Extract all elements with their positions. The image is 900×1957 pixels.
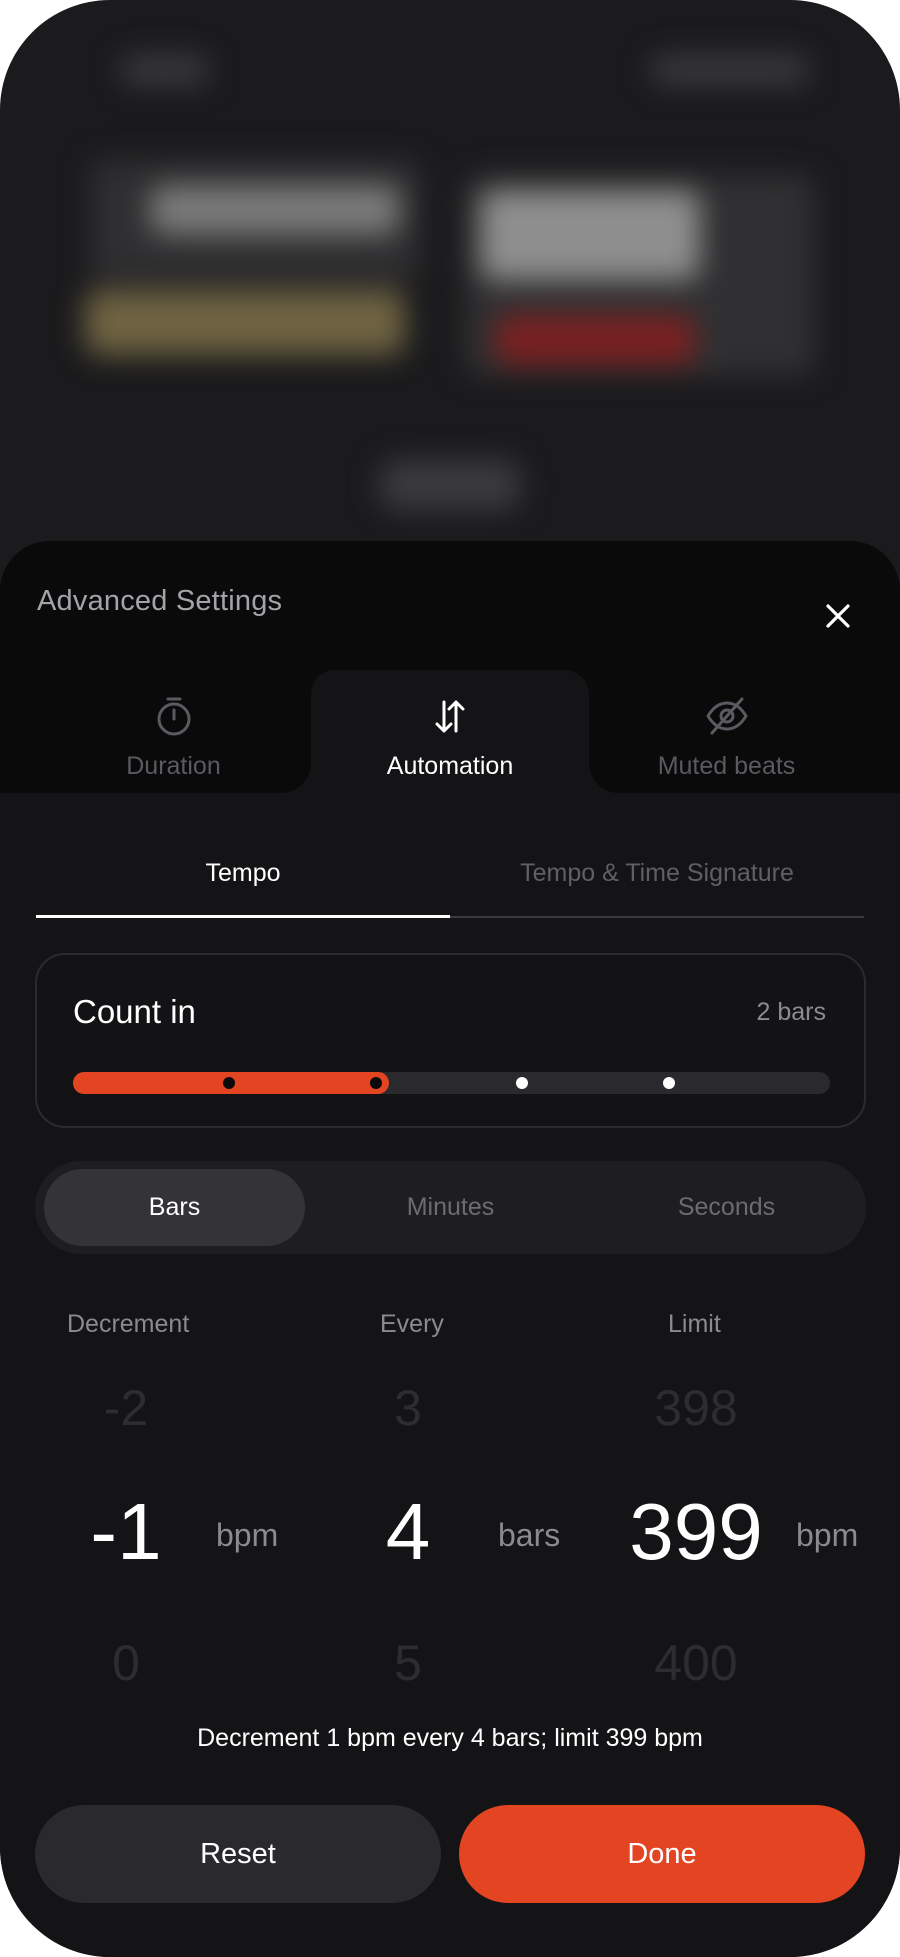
segment-minutes-label: Minutes [406,1193,495,1221]
every-current-value[interactable]: 4 [348,1486,468,1578]
done-button[interactable]: Done [459,1805,865,1903]
segment-seconds-label: Seconds [677,1193,776,1221]
tab-muted-beats-label: Muted beats [657,752,796,780]
sheet-title: Advanced Settings [37,585,283,617]
automation-summary: Decrement 1 bpm every 4 bars; limit 399 … [197,1724,703,1752]
limit-unit: bpm [796,1517,859,1553]
decrement-unit: bpm [216,1517,279,1553]
decrement-header: Decrement [67,1310,190,1338]
subtab-tempo-time-signature-label: Tempo & Time Signature [520,859,794,887]
decrement-current-value[interactable]: -1 [66,1486,186,1578]
segment-minutes[interactable]: Minutes [320,1169,581,1246]
tab-automation[interactable]: Automation [311,670,589,793]
tab-duration[interactable]: Duration [36,670,311,793]
stopwatch-icon [150,692,198,740]
unit-segmented-control: Bars Minutes Seconds [35,1161,866,1254]
segment-seconds[interactable]: Seconds [596,1169,857,1246]
count-in-step-dot[interactable] [369,1077,382,1089]
phone-screen: Advanced Settings Duration Automation Mu… [0,0,900,1957]
subtab-active-indicator [36,915,450,918]
limit-header: Limit [668,1310,721,1338]
count-in-slider[interactable] [73,1072,830,1094]
subtab-tempo-label: Tempo [205,859,281,887]
subtab-tempo-time-signature[interactable]: Tempo & Time Signature [450,859,864,919]
subtab-divider [450,916,864,918]
reset-button-label: Reset [200,1837,276,1870]
advanced-settings-sheet: Advanced Settings Duration Automation Mu… [0,541,900,1957]
every-next-value[interactable]: 5 [348,1634,468,1692]
decrement-prev-value[interactable]: -2 [66,1379,186,1437]
tab-automation-label: Automation [386,752,514,780]
close-button[interactable] [808,586,868,646]
tab-muted-beats[interactable]: Muted beats [589,670,864,793]
limit-prev-value[interactable]: 398 [606,1379,786,1437]
close-icon [826,604,850,628]
every-unit: bars [498,1517,561,1553]
count-in-step-dot[interactable] [516,1077,529,1089]
count-in-label: Count in [73,993,196,1030]
done-button-label: Done [627,1837,697,1870]
every-header: Every [380,1310,444,1338]
count-in-step-dot[interactable] [663,1077,675,1089]
segment-bars-label: Bars [148,1193,201,1221]
eye-off-icon [703,692,751,740]
subtab-tempo[interactable]: Tempo [36,859,450,919]
every-prev-value[interactable]: 3 [348,1379,468,1437]
count-in-step-dot[interactable] [223,1077,235,1089]
count-in-value: 2 bars [756,998,826,1026]
tab-duration-label: Duration [126,752,221,780]
segment-bars[interactable]: Bars [44,1169,305,1246]
limit-next-value[interactable]: 400 [606,1634,786,1692]
reset-button[interactable]: Reset [35,1805,441,1903]
decrement-next-value[interactable]: 0 [66,1634,186,1692]
count-in-card: Count in 2 bars [35,953,866,1128]
limit-current-value[interactable]: 399 [606,1486,786,1578]
subtab-bar: Tempo Tempo & Time Signature [36,859,864,919]
arrows-up-down-icon [426,692,474,740]
